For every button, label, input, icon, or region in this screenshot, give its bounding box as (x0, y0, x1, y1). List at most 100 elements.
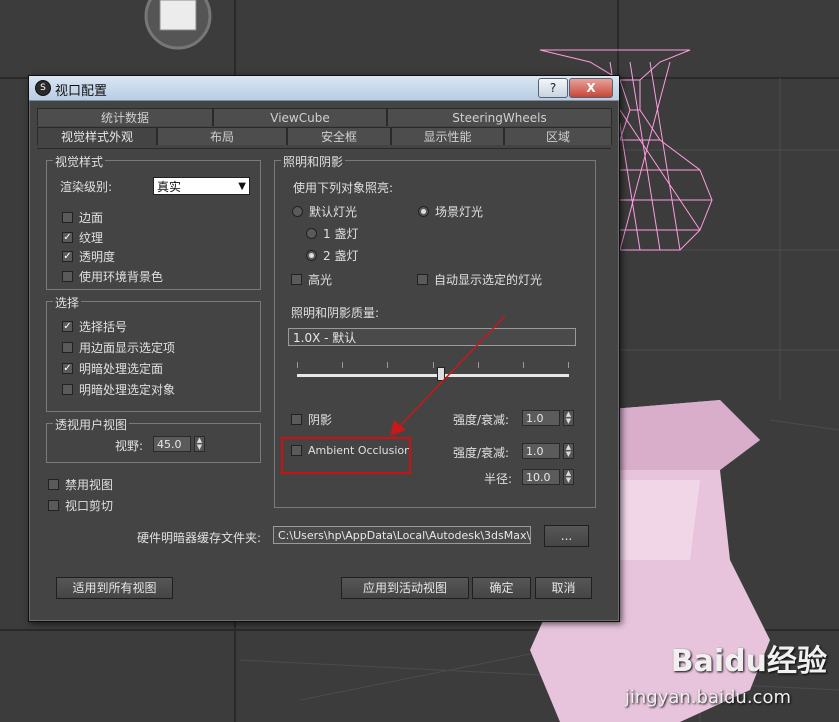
checkbox-viewport-clip[interactable] (48, 500, 59, 511)
tab-layout[interactable]: 布局 (157, 127, 287, 145)
intensity-label-1: 强度/衰减: (453, 413, 510, 427)
check-auto-display-lights[interactable]: 自动显示选定的灯光 (417, 271, 542, 288)
intensity-row-2: 强度/衰减: (453, 444, 509, 461)
checkbox-edged-selection[interactable] (62, 342, 73, 353)
apply-active-view-button[interactable]: 应用到活动视图 (341, 577, 469, 599)
help-button[interactable]: ? (538, 78, 568, 98)
tab-steeringwheels[interactable]: SteeringWheels (387, 108, 612, 126)
checkbox-shade-selected-objects[interactable] (62, 384, 73, 395)
render-level-label: 渲染级别: (60, 180, 113, 194)
check-edged-selection[interactable]: 用边面显示选定项 (62, 339, 175, 356)
default-lights-label: 默认灯光 (309, 205, 358, 219)
checkbox-shade-selected-faces[interactable]: ✓ (62, 363, 73, 374)
radius-spinner[interactable]: 10.0 ▲ ▼ (522, 469, 574, 485)
intensity-spinner-1[interactable]: 1.0 ▲ ▼ (522, 410, 574, 426)
selection-legend: 选择 (53, 294, 82, 311)
radio-scene-lights-button[interactable] (418, 206, 429, 217)
chevron-down-icon: ▼ (238, 181, 246, 192)
edged-selection-label: 用边面显示选定项 (79, 341, 176, 355)
tab-statistics[interactable]: 统计数据 (37, 108, 213, 126)
lighting-legend: 照明和阴影 (281, 153, 346, 170)
tab-viewcube[interactable]: ViewCube (213, 108, 387, 126)
tab-panel-divider (37, 148, 611, 149)
check-disable-view[interactable]: 禁用视图 (48, 476, 113, 493)
spinner-arrows-icon[interactable]: ▲ ▼ (563, 410, 574, 426)
intensity-label-2: 强度/衰减: (453, 446, 510, 460)
cache-path-field[interactable]: C:\Users\hp\AppData\Local\Autodesk\3dsMa… (273, 526, 531, 544)
checkbox-env-bg[interactable] (62, 271, 73, 282)
radius-input[interactable]: 10.0 (522, 469, 560, 485)
transparency-label: 透明度 (79, 250, 116, 264)
fov-input[interactable]: 45.0 (153, 436, 191, 452)
apply-all-views-button[interactable]: 适用到所有视图 (56, 577, 173, 599)
radio-two-lights[interactable]: 2 盏灯 (306, 247, 358, 264)
tab-visual-style[interactable]: 视觉样式外观 (37, 127, 157, 145)
browse-button[interactable]: ... (544, 525, 589, 547)
fov-spinner[interactable]: 45.0 ▲ ▼ (153, 436, 205, 452)
intensity-input-2[interactable]: 1.0 (522, 443, 560, 459)
intensity-row-1: 强度/衰减: (453, 411, 509, 428)
render-level-select[interactable]: 真实 ▼ (153, 177, 250, 195)
textures-label: 纹理 (79, 231, 104, 245)
dialog-title: 视口配置 (55, 84, 108, 99)
close-button[interactable]: X (569, 78, 613, 98)
radio-two-lights-button[interactable] (306, 250, 317, 261)
check-transparency[interactable]: ✓ 透明度 (62, 248, 115, 265)
scene-lights-label: 场景灯光 (435, 205, 484, 219)
radio-one-light[interactable]: 1 盏灯 (306, 225, 358, 242)
ok-button[interactable]: 确定 (472, 577, 531, 599)
intensity-spinner-2[interactable]: 1.0 ▲ ▼ (522, 443, 574, 459)
checkbox-transparency[interactable]: ✓ (62, 251, 73, 262)
tab-display-performance[interactable]: 显示性能 (391, 127, 504, 145)
shade-selected-objects-label: 明暗处理选定对象 (79, 383, 176, 397)
checkbox-edged-faces[interactable] (62, 212, 73, 223)
radius-row: 半径: (484, 470, 512, 487)
spinner-arrows-icon[interactable]: ▲ ▼ (194, 436, 205, 452)
quality-slider-thumb[interactable] (437, 367, 446, 381)
check-shade-selected-faces[interactable]: ✓ 明暗处理选定面 (62, 360, 163, 377)
check-shade-selected-objects[interactable]: 明暗处理选定对象 (62, 381, 175, 398)
spinner-arrows-icon[interactable]: ▲ ▼ (563, 469, 574, 485)
radio-default-lights-button[interactable] (292, 206, 303, 217)
checkbox-disable-view[interactable] (48, 479, 59, 490)
baidu-watermark-logo: Baidu经验 (670, 644, 827, 679)
highlight-box (281, 437, 411, 474)
perspective-legend: 透视用户视图 (53, 416, 130, 433)
edged-faces-label: 边面 (79, 211, 104, 225)
quality-slider-track[interactable] (297, 374, 569, 377)
quality-label: 照明和阴影质量: (291, 306, 380, 320)
check-env-bg[interactable]: 使用环境背景色 (62, 268, 163, 285)
cache-row: 硬件明暗器缓存文件夹: (137, 529, 261, 546)
checkbox-highlights[interactable] (291, 274, 302, 285)
tab-row-2: 视觉样式外观 布局 安全框 显示性能 区域 (37, 127, 612, 145)
cancel-button[interactable]: 取消 (535, 577, 592, 599)
check-shadows[interactable]: 阴影 (291, 411, 332, 428)
checkbox-auto-display-lights[interactable] (417, 274, 428, 285)
radio-default-lights[interactable]: 默认灯光 (292, 203, 357, 220)
radius-label: 半径: (484, 472, 513, 486)
title-bar: S 视口配置 ? X (29, 76, 619, 101)
check-edged-faces[interactable]: 边面 (62, 209, 103, 226)
highlights-label: 高光 (308, 273, 333, 287)
shade-selected-faces-label: 明暗处理选定面 (79, 362, 164, 376)
viewport-clip-label: 视口剪切 (65, 499, 114, 513)
render-level-value: 真实 (157, 180, 182, 194)
radio-scene-lights[interactable]: 场景灯光 (418, 203, 483, 220)
cache-label: 硬件明暗器缓存文件夹: (137, 531, 262, 545)
check-viewport-clip[interactable]: 视口剪切 (48, 497, 113, 514)
tab-safe-frames[interactable]: 安全框 (287, 127, 391, 145)
quality-slider-ticks (297, 362, 569, 368)
check-selection-brackets[interactable]: ✓ 选择括号 (62, 318, 127, 335)
intensity-input-1[interactable]: 1.0 (522, 410, 560, 426)
3dsmax-app-icon: S (35, 80, 51, 96)
tab-regions[interactable]: 区域 (504, 127, 612, 145)
spinner-arrows-icon[interactable]: ▲ ▼ (563, 443, 574, 459)
quality-value-display: 1.0X - 默认 (288, 328, 576, 346)
checkbox-shadows[interactable] (291, 414, 302, 425)
check-highlights[interactable]: 高光 (291, 271, 332, 288)
checkbox-selection-brackets[interactable]: ✓ (62, 321, 73, 332)
fov-row: 视野: (115, 437, 143, 454)
checkbox-textures[interactable]: ✓ (62, 232, 73, 243)
radio-one-light-button[interactable] (306, 228, 317, 239)
check-textures[interactable]: ✓ 纹理 (62, 229, 103, 246)
